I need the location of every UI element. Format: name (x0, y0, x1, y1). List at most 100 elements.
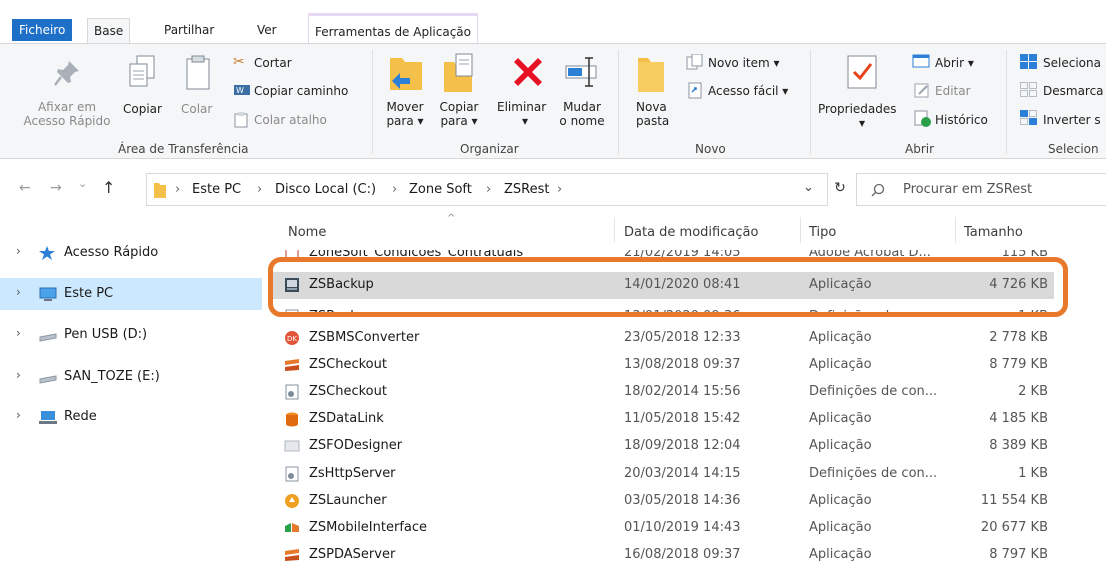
table-row[interactable]: ZSCheckout 13/08/2018 09:37 Aplicação 8 779… (272, 352, 1054, 379)
drive-icon (39, 333, 57, 342)
zone-icon (284, 357, 300, 373)
table-row-selected[interactable]: ZSBackup 14/01/2020 08:41 Aplicação 4 72… (272, 272, 1054, 299)
table-row[interactable]: ZsHttpServer 20/03/2014 14:15 Definições d… (272, 461, 1054, 488)
sidebar-item-san-toze[interactable]: › SAN_TOZE (E:) (0, 361, 262, 393)
breadcrumb-zsrest[interactable]: ZSRest (504, 182, 549, 197)
move-to-button-2[interactable]: para ▾ (380, 114, 430, 128)
delete-button[interactable]: Eliminar (497, 100, 546, 114)
copy-button[interactable]: Copiar (123, 102, 162, 116)
rename-button-2[interactable]: o nome (556, 114, 608, 128)
table-row[interactable]: ZSLauncher 03/05/2018 14:36 Aplicação 11 55… (272, 488, 1054, 515)
column-header-type[interactable]: Tipo (809, 225, 836, 240)
breadcrumb-disco-local[interactable]: Disco Local (C:) (275, 182, 376, 197)
file-name: ZSCheckout (309, 357, 387, 372)
edit-button[interactable]: Editar (935, 84, 971, 98)
column-header-size[interactable]: Tamanho (964, 225, 1023, 240)
invert-selection-icon (1020, 110, 1037, 125)
sidebar-item-quick-access[interactable]: › Acesso Rápido (0, 237, 262, 269)
paste-icon (186, 55, 210, 90)
select-none-icon (1020, 82, 1037, 97)
divider (618, 50, 619, 154)
forward-button[interactable]: → (50, 180, 62, 196)
chevron-right-icon[interactable]: › (16, 326, 21, 340)
properties-dropdown[interactable]: ▾ (852, 116, 872, 130)
pin-quick-access-label[interactable]: Afixar em (12, 100, 122, 114)
new-folder-icon (638, 58, 664, 92)
file-date: 11/05/2018 15:42 (624, 411, 741, 426)
paste-button[interactable]: Colar (181, 102, 212, 116)
back-button[interactable]: ← (19, 180, 31, 196)
table-row[interactable]: ZSPDAServer 16/08/2018 09:37 Aplicação 8 79… (272, 542, 1054, 567)
chevron-right-icon[interactable]: › (16, 285, 21, 299)
tab-ver[interactable]: Ver (251, 18, 283, 44)
config-icon (284, 466, 300, 482)
rename-button[interactable]: Mudar (556, 100, 608, 114)
new-item-button[interactable]: Novo item ▾ (708, 56, 780, 70)
column-header-modified[interactable]: Data de modificação (624, 225, 758, 240)
scissors-icon: ✂ (233, 54, 245, 70)
column-header-name[interactable]: Nome (288, 225, 326, 240)
chevron-right-icon[interactable]: › (16, 408, 21, 422)
tab-ficheiro[interactable]: Ficheiro (12, 19, 73, 41)
column-divider[interactable] (614, 217, 615, 243)
refresh-button[interactable]: ↻ (828, 173, 852, 206)
file-name: ZoneSoft_Condicoes_Contratuais (309, 250, 524, 260)
breadcrumb-este-pc[interactable]: Este PC (192, 182, 241, 197)
cut-button[interactable]: Cortar (254, 56, 292, 70)
dk-icon: DK (284, 330, 300, 346)
pin-quick-access-label-2[interactable]: Acesso Rápido (12, 114, 122, 128)
recent-locations-button[interactable]: ⌄ (78, 177, 87, 190)
file-type: Aplicação (809, 277, 872, 292)
pdf-icon (285, 250, 299, 261)
search-box[interactable]: Procurar em ZSRest (856, 173, 1106, 206)
delete-dropdown[interactable]: ▾ (515, 114, 535, 128)
tab-base[interactable]: Base (87, 18, 131, 45)
sidebar-item-rede[interactable]: › Rede (0, 401, 262, 433)
sidebar-item-este-pc[interactable]: › Este PC (0, 278, 262, 310)
table-row[interactable]: ZSFODesigner 18/09/2018 12:04 Aplicação 8 3… (272, 433, 1054, 460)
table-row-partial[interactable]: ZSBackup 13/01/2020 09:36 Definições de … (272, 304, 1054, 317)
column-divider[interactable] (955, 217, 956, 243)
config-icon (285, 309, 299, 317)
table-row[interactable]: DK ZSBMSConverter 23/05/2018 12:33 Aplicaçã… (272, 325, 1054, 352)
copy-to-button[interactable]: Copiar (434, 100, 484, 114)
properties-button[interactable]: Propriedades (818, 102, 897, 116)
select-all-button[interactable]: Seleciona (1043, 56, 1101, 70)
file-date: 16/08/2018 09:37 (624, 547, 741, 562)
copy-to-button-2[interactable]: para ▾ (434, 114, 484, 128)
sidebar-item-label: SAN_TOZE (E:) (64, 369, 160, 384)
paste-shortcut-button[interactable]: Colar atalho (254, 113, 327, 127)
breadcrumb-zone-soft[interactable]: Zone Soft (409, 182, 472, 197)
table-row-partial[interactable]: ZoneSoft_Condicoes_Contratuais 21/02/201… (272, 250, 1054, 262)
search-icon (871, 183, 885, 197)
up-button[interactable]: ↑ (102, 178, 115, 197)
file-type: Definições de con... (809, 466, 938, 481)
history-button[interactable]: Histórico (935, 113, 988, 127)
column-divider[interactable] (800, 217, 801, 243)
chevron-right-icon[interactable]: › (16, 244, 21, 258)
table-row[interactable]: ZSDataLink 11/05/2018 15:42 Aplicação 4 185… (272, 406, 1054, 433)
copy-path-icon: W (234, 85, 250, 95)
chevron-right-icon[interactable]: › (16, 368, 21, 382)
easy-access-button[interactable]: Acesso fácil ▾ (708, 84, 788, 98)
select-none-button[interactable]: Desmarca (1043, 84, 1104, 98)
invert-selection-button[interactable]: Inverter s (1043, 113, 1101, 127)
table-row[interactable]: ZSCheckout 18/02/2014 15:56 Definições de … (272, 379, 1054, 406)
table-row[interactable]: ZSMobileInterface 01/10/2019 14:43 Aplicaç… (272, 515, 1054, 542)
open-button[interactable]: Abrir ▾ (935, 56, 974, 70)
move-to-button[interactable]: Mover (380, 100, 430, 114)
copy-path-button[interactable]: Copiar caminho (254, 84, 348, 98)
new-folder-button[interactable]: Nova (636, 100, 667, 114)
tab-partilhar[interactable]: Partilhar (158, 18, 220, 44)
file-size: 1 KB (1018, 466, 1048, 481)
sidebar-item-label: Acesso Rápido (64, 245, 159, 260)
address-bar[interactable]: › Este PC › Disco Local (C:) › Zone Soft… (146, 173, 828, 206)
divider (810, 50, 811, 154)
open-icon (912, 54, 930, 68)
ribbon-tab-bar: Ficheiro Base Partilhar Ver Ferramentas … (0, 0, 1106, 45)
new-folder-button-2[interactable]: pasta (636, 114, 669, 128)
file-size: 20 677 KB (980, 520, 1048, 535)
address-dropdown-button[interactable]: ⌄ (803, 180, 814, 195)
sidebar-item-pen-usb[interactable]: › Pen USB (D:) (0, 319, 262, 351)
tab-ferramentas-de-aplicacao[interactable]: Ferramentas de Aplicação (308, 13, 478, 44)
